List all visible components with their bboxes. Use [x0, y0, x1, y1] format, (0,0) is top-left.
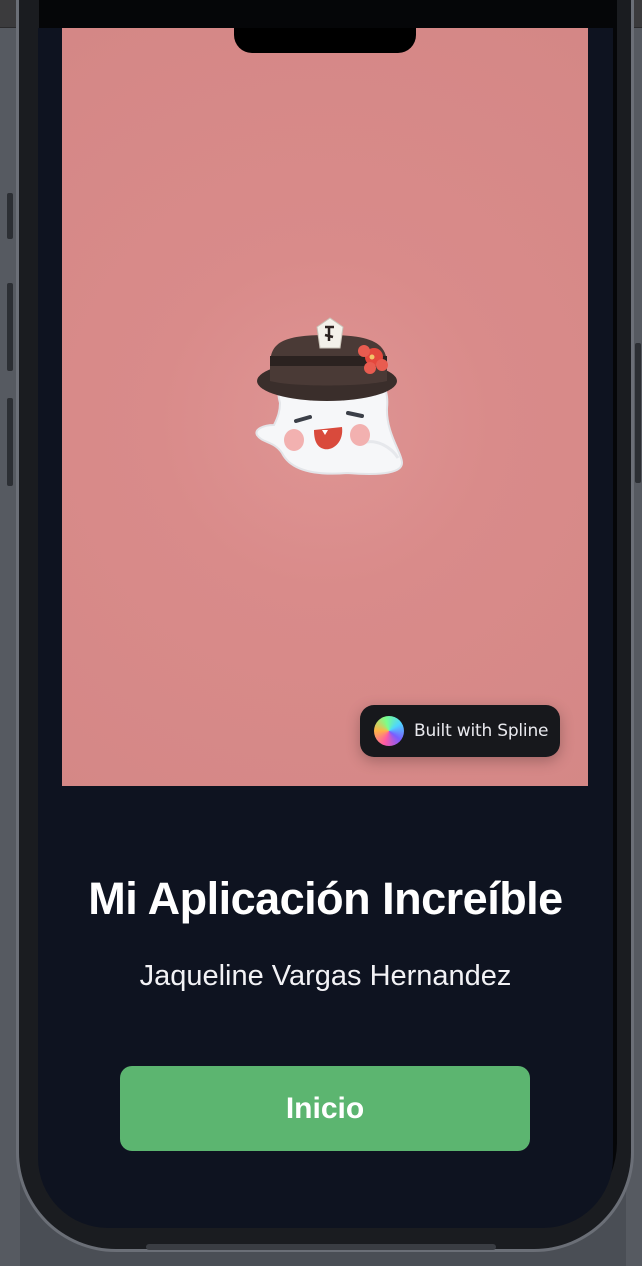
spline-logo-icon — [374, 716, 404, 746]
ghost-with-hat-icon — [255, 317, 404, 475]
phone-volume-down-button — [7, 398, 13, 486]
app-subtitle: Jaqueline Vargas Hernandez — [139, 960, 512, 992]
phone-silent-switch — [7, 193, 13, 239]
app-screen: Built with Spline Mi Aplicación Increíbl… — [38, 28, 613, 1228]
phone-power-button — [635, 343, 641, 483]
start-button[interactable]: Inicio — [120, 1066, 530, 1151]
phone-bottom-strip — [146, 1244, 496, 1250]
spline-badge-label: Built with Spline — [414, 721, 549, 741]
spline-3d-viewer[interactable]: Built with Spline — [62, 28, 588, 786]
app-title: Mi Aplicación Increíble — [88, 873, 563, 924]
phone-notch — [234, 28, 416, 53]
built-with-spline-badge[interactable]: Built with Spline — [360, 705, 560, 757]
phone-volume-up-button — [7, 283, 13, 371]
